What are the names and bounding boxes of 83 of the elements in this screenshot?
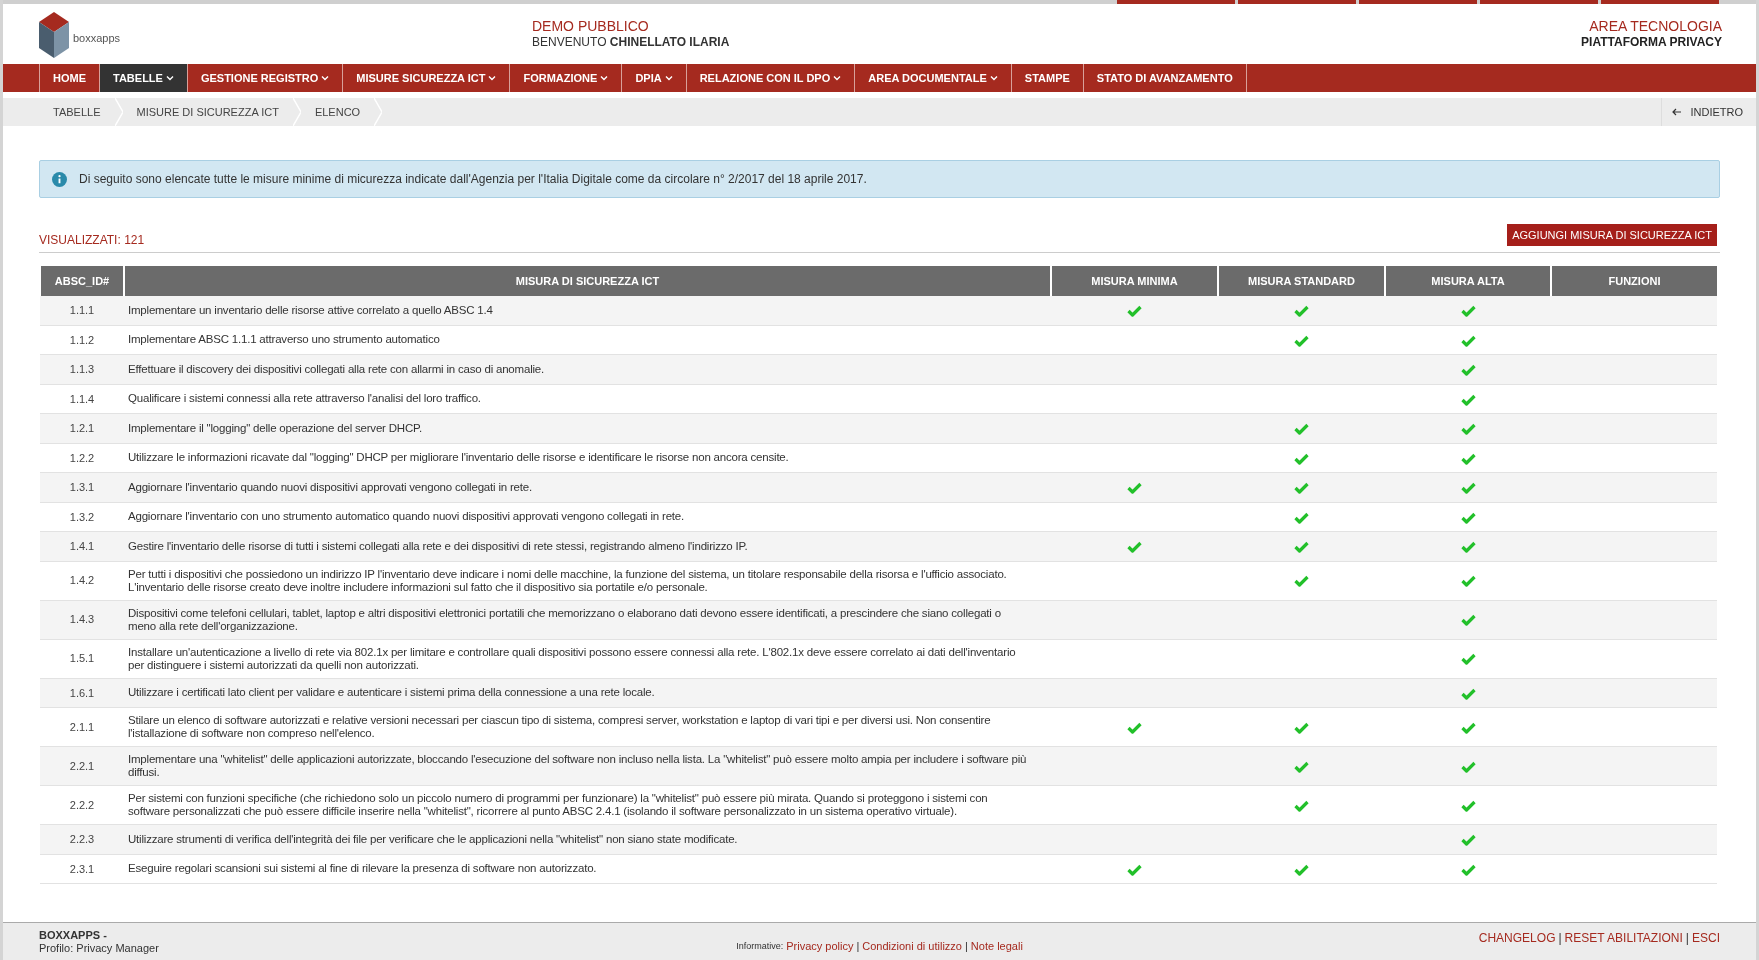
breadcrumb-link[interactable]: TABELLE — [39, 98, 115, 126]
nav-tab[interactable]: STATO DI AVANZAMENTO — [1083, 64, 1247, 92]
logo-text: boxxapps — [73, 30, 121, 46]
top-tab[interactable] — [1601, 0, 1719, 4]
table-cell: Installare un'autenticazione a livello di rete via 802.1x per limitare e controllare quali dispositivi possono essere connessi alla rete. L'802.1x deve essere correlato ai dati dell'inventario per distinguere i sistemi autorizzati da quelli non autorizzati. — [124, 639, 1051, 678]
table-cell: 2.1.1 — [40, 707, 124, 747]
table-cell: 1.2.1 — [40, 413, 124, 443]
table-cell: 1.2.2 — [40, 443, 124, 473]
informative-label: Informative: — [736, 939, 784, 953]
top-tab[interactable] — [1117, 0, 1235, 4]
nav-tab[interactable]: MISURE SICUREZZA ICT — [343, 64, 511, 92]
company-name: BOXXAPPS - — [39, 928, 108, 942]
table-cell: Aggiornare l'inventario con uno strumento automatico quando nuovi dispositivi approvati vengono collegati in rete. — [124, 502, 1051, 532]
arrow-left-icon — [1672, 108, 1683, 116]
table-cell: Implementare un inventario delle risorse attive correlato a quello ABSC 1.4 — [124, 296, 1051, 325]
table-cell: Per sistemi con funzioni specifiche (che richiedono solo un piccolo numero di programmi per funzionare) la "whitelist" può essere più mirata. Quando si proteggono i sistemi con software personalizzati che può essere difficile inserire nella "whitelist", ricorrere al punto ABSC 2.4.1 (isolando il software personalizzato in un sistema operativo virtuale). — [124, 785, 1051, 825]
table-cell: Qualificare i sistemi connessi alla rete attraverso l'analisi del loro traffico. — [124, 384, 1051, 414]
footer-link[interactable]: CHANGELOG — [1478, 928, 1556, 947]
nav-tab[interactable]: DPIA — [622, 64, 687, 92]
table-cell: 1.1.1 — [40, 296, 124, 325]
table-cell: Aggiornare l'inventario quando nuovi dispositivi approvati vengono collegati in rete. — [124, 472, 1051, 502]
footer-link[interactable]: ESCI — [1692, 928, 1720, 947]
info-text: Di seguito sono elencate tutte le misure minime di micurezza indicate dall'Agenzia per l'Italia Digitale come da circolare n° 2/2017 del 18 aprile 2017. — [79, 171, 867, 188]
table-cell: Stilare un elenco di software autorizzati e relative versioni necessari per ciascun tipo di sistema, compresi server, workstation e laptop di vari tipi e per diversi usi. Non consentire l'istallazione di software non compreso nell'elenco. — [124, 707, 1051, 747]
breadcrumb-link[interactable]: ELENCO — [300, 98, 375, 126]
nav-tab[interactable]: TABELLE — [100, 64, 188, 92]
column-header[interactable]: MISURA DI SICUREZZA ICT — [124, 266, 1051, 296]
table-cell: 1.4.1 — [40, 531, 124, 561]
nav-tab[interactable]: RELAZIONE CON IL DPO — [686, 64, 856, 92]
footer-link[interactable]: Condizioni di utilizzo — [862, 938, 962, 955]
top-tab[interactable] — [1238, 0, 1356, 4]
column-header[interactable]: MISURA MINIMA — [1051, 266, 1218, 296]
table-cell: 1.1.3 — [40, 354, 124, 384]
link-separator: | — [856, 939, 860, 955]
table-cell: Utilizzare strumenti di verifica dell'integrità dei file per verificare che le applicazioni nella "whitelist" non siano state modificate. — [124, 824, 1051, 854]
platform-title: PIATTAFORMA PRIVACY — [1581, 35, 1722, 50]
footer-link[interactable]: RESET ABILITAZIONI — [1564, 928, 1683, 947]
link-separator: | — [965, 939, 968, 955]
table-cell: Implementare ABSC 1.1.1 attraverso uno strumento automatico — [124, 325, 1051, 355]
table-cell: Dispositivi come telefoni cellulari, tablet, laptop e altri dispositivi elettronici portatili che memorizzano o elaborano dati devono essere identificati, a prescindere che siano collegati o meno alla rete dell'organizzazione. — [124, 600, 1051, 639]
nav-tab[interactable]: AREA DOCUMENTALE — [855, 64, 1012, 92]
area-title: AREA TECNOLOGIA — [1589, 18, 1722, 35]
column-header[interactable]: FUNZIONI — [1551, 266, 1717, 296]
top-tab[interactable] — [1359, 0, 1477, 4]
table-cell: Per tutti i dispositivi che possiedono un indirizzo IP l'inventario deve indicare i nomi delle macchine, la funzione del sistema, un titolare responsabile della risorsa e l'ufficio associato. L'inventario delle risorse creato deve inoltre includere informazioni sul fatto che il dispositivo sia portatile e/o personale. — [124, 561, 1051, 600]
column-header[interactable]: ABSC_ID# — [40, 266, 124, 296]
breadcrumb-link[interactable]: MISURE DI SICUREZZA ICT — [122, 98, 293, 126]
add-measure-button[interactable]: AGGIUNGI MISURA DI SICUREZZA ICT — [1507, 224, 1717, 246]
nav-tab[interactable]: FORMAZIONE — [510, 64, 623, 92]
table-cell: Utilizzare i certificati lato client per validare e autenticare i sistemi prima della connessione a una rete locale. — [124, 678, 1051, 708]
table-cell: 1.4.3 — [40, 600, 124, 639]
link-separator: | — [1558, 929, 1562, 947]
table-cell: Implementare il "logging" delle operazione del server DHCP. — [124, 413, 1051, 443]
link-separator: | — [1685, 929, 1689, 947]
table-cell: 1.5.1 — [40, 639, 124, 678]
table-cell: 2.2.1 — [40, 746, 124, 786]
table-cell: 1.6.1 — [40, 678, 124, 708]
table-cell: Eseguire regolari scansioni sui sistemi al fine di rilevare la presenza di software non autorizzato. — [124, 854, 1051, 884]
info-icon — [52, 171, 67, 187]
table-cell: Utilizzare le informazioni ricavate dal "logging" DHCP per migliorare l'inventario delle risorse e identificare le risorse non ancora censite. — [124, 443, 1051, 473]
footer-link[interactable]: Privacy policy — [786, 938, 854, 955]
table-cell: 2.2.3 — [40, 824, 124, 854]
result-count: VISUALIZZATI: 121 — [39, 232, 145, 249]
table-cell: Gestire l'inventario delle risorse di tutti i sistemi collegati alla rete e dei dispositivi di rete stessi, registrando almeno l'indirizzo IP. — [124, 531, 1051, 561]
top-tab[interactable] — [1480, 0, 1598, 4]
table-cell: 1.1.4 — [40, 384, 124, 414]
table-cell: 1.3.2 — [40, 502, 124, 532]
table-cell: 2.2.2 — [40, 785, 124, 825]
table-cell: 1.4.2 — [40, 561, 124, 600]
table-cell: 1.3.1 — [40, 472, 124, 502]
table-cell: Effettuare il discovery dei dispositivi collegati alla rete con allarmi in caso di anomalie. — [124, 354, 1051, 384]
back-button[interactable]: INDIETRO — [1661, 98, 1753, 126]
table-cell: Implementare una "whitelist" delle applicazioni autorizzate, bloccando l'esecuzione del software non incluso nella lista. La "whitelist" può essere molto ampia per includere i software più diffusi. — [124, 746, 1051, 786]
welcome-text: BENVENUTO CHINELLATO ILARIA — [532, 35, 731, 50]
table-cell: 2.3.1 — [40, 854, 124, 884]
column-header[interactable]: MISURA ALTA — [1385, 266, 1551, 296]
profile-text: Profilo: Privacy Manager — [39, 941, 160, 955]
demo-label: DEMO PUBBLICO — [532, 18, 650, 35]
footer-link[interactable]: Note legali — [970, 938, 1023, 955]
nav-tab[interactable]: STAMPE — [1011, 64, 1084, 92]
table-cell: 1.1.2 — [40, 325, 124, 355]
nav-tab[interactable]: GESTIONE REGISTRO — [187, 64, 344, 92]
column-header[interactable]: MISURA STANDARD — [1218, 266, 1385, 296]
